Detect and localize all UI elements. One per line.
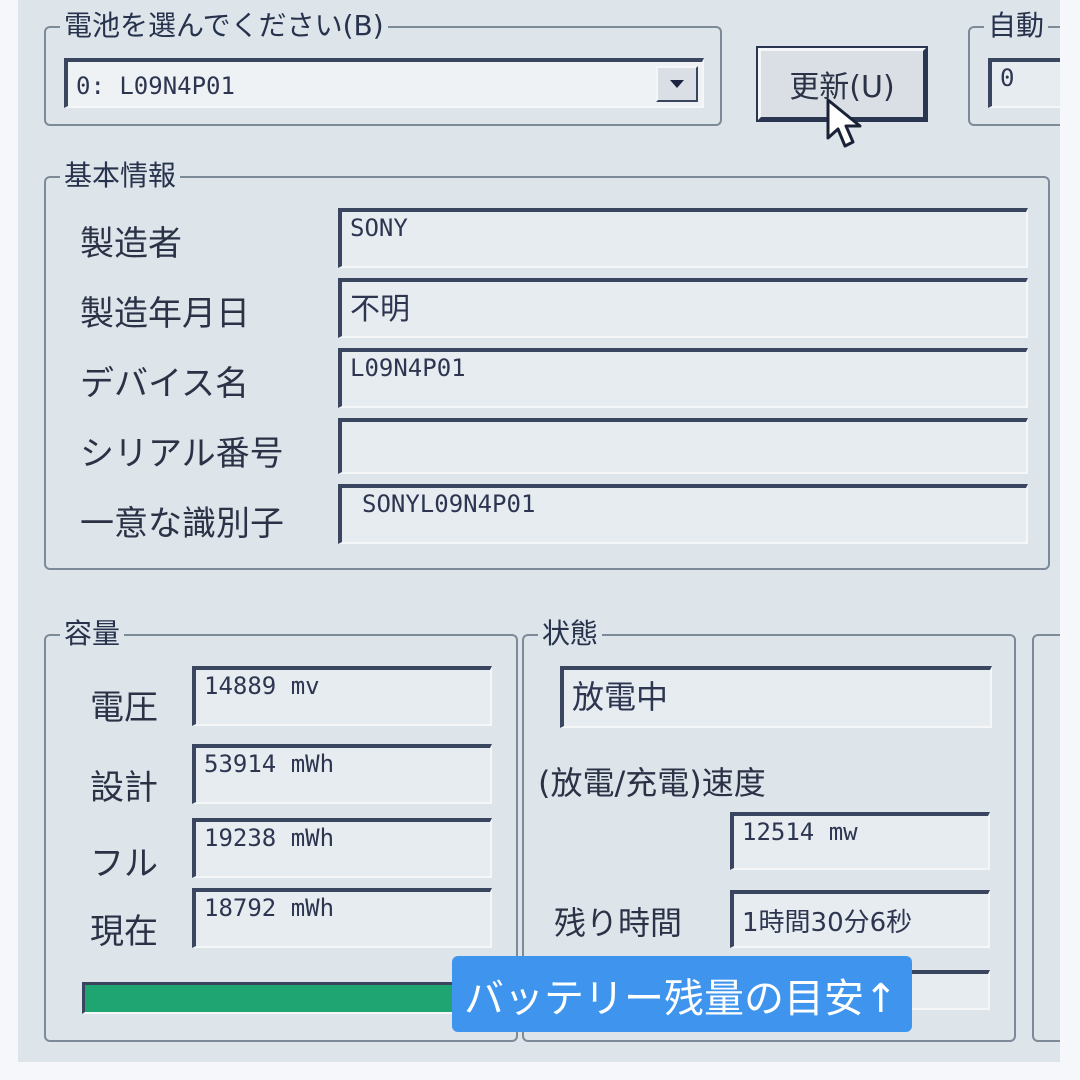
current-capacity-value: 18792 mWh (192, 888, 492, 948)
voltage-label: 電圧 (90, 688, 158, 728)
rate-label: (放電/充電)速度 (538, 764, 766, 802)
current-capacity-label: 現在 (90, 912, 158, 952)
basic-info-legend: 基本情報 (60, 156, 181, 196)
manufacturer-label: 製造者 (80, 224, 182, 264)
chevron-down-icon (670, 80, 684, 88)
design-capacity-value: 53914 mWh (192, 744, 492, 804)
overlay-caption: バッテリー残量の目安↑ (452, 956, 912, 1032)
charge-level-fill (85, 985, 473, 1012)
battery-state-value: 放電中 (560, 666, 992, 728)
design-capacity-label: 設計 (90, 768, 158, 808)
capacity-legend: 容量 (60, 614, 125, 654)
device-name-value: L09N4P01 (338, 348, 1028, 408)
status-legend: 状態 (538, 614, 603, 654)
rate-value: 12514 mw (730, 812, 990, 870)
extra-info-group (1032, 634, 1060, 1042)
unique-id-label: 一意な識別子 (80, 504, 284, 544)
manufacturer-value: SONY (338, 208, 1028, 268)
manufacture-date-value: 不明 (338, 278, 1028, 338)
auto-update-legend: 自動 (984, 6, 1049, 46)
battery-select-group: 電池を選んでください(B) 0: L09N4P01 (44, 6, 722, 126)
serial-number-value (338, 418, 1028, 474)
voltage-value: 14889 mv (192, 666, 492, 726)
auto-update-group: 自動 0 (968, 6, 1060, 126)
auto-update-interval-input[interactable]: 0 (988, 58, 1060, 108)
unique-id-value: SONYL09N4P01 (338, 484, 1028, 544)
battery-select-value: 0: L09N4P01 (76, 72, 235, 100)
full-capacity-label: フル (90, 844, 158, 884)
charge-level-progress-bar (82, 982, 482, 1014)
mouse-cursor-icon (826, 98, 862, 148)
device-name-label: デバイス名 (80, 364, 249, 404)
basic-info-group: 基本情報 製造者 SONY 製造年月日 不明 デバイス名 L09N4P01 シリ… (44, 156, 1050, 570)
remaining-time-value: 1時間30分6秒 (730, 890, 990, 948)
battery-select-legend: 電池を選んでください(B) (60, 6, 388, 46)
serial-number-label: シリアル番号 (80, 434, 284, 474)
dropdown-arrow-button[interactable] (656, 66, 698, 102)
remaining-time-label: 残り時間 (554, 904, 683, 942)
battery-select-dropdown[interactable]: 0: L09N4P01 (64, 58, 704, 108)
manufacture-date-label: 製造年月日 (80, 294, 250, 334)
battery-info-window: 電池を選んでください(B) 0: L09N4P01 更新(U) 自動 0 基本情… (18, 0, 1060, 1062)
full-capacity-value: 19238 mWh (192, 818, 492, 878)
capacity-group: 容量 電圧 14889 mv 設計 53914 mWh フル 19238 mWh… (44, 614, 518, 1042)
